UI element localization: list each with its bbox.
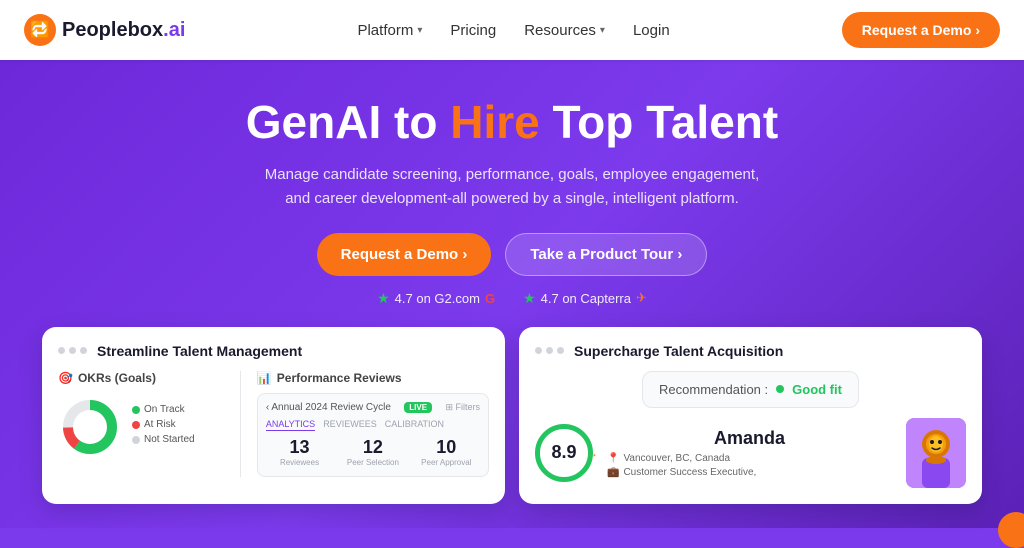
candidate-row: 8.9 → Amanda 📍 Vancouver, BC, Canada 💼 (535, 418, 966, 488)
arrow-icon: → (586, 446, 598, 460)
recommendation-box: Recommendation : Good fit (642, 371, 859, 408)
vertical-divider (240, 371, 241, 477)
dot-r3 (557, 347, 564, 354)
role-item: 💼 Customer Success Executive, (607, 467, 892, 478)
legend-dot-green (132, 406, 140, 414)
decorative-ball (998, 512, 1024, 548)
donut-svg (58, 395, 122, 459)
dot-r1 (535, 347, 542, 354)
review-cycle-label: ‹ Annual 2024 Review Cycle (266, 402, 391, 413)
dot-r2 (546, 347, 553, 354)
tab-analytics[interactable]: ANALYTICS (266, 419, 315, 431)
performance-card: ‹ Annual 2024 Review Cycle LIVE ⊞ Filter… (257, 393, 489, 477)
star-icon: ★ (523, 290, 536, 307)
chevron-down-icon: ▾ (600, 25, 605, 36)
dot-2 (69, 347, 76, 354)
performance-title: 📊 Performance Reviews (257, 371, 489, 385)
avatar-svg (906, 418, 966, 488)
logo-icon: 🔁 (24, 14, 56, 46)
hero-title: GenAI to Hire Top Talent (24, 96, 1000, 149)
recommendation-section: Recommendation : Good fit 8.9 → Amanda 📍 (535, 371, 966, 488)
legend-not-started: Not Started (132, 434, 195, 445)
donut-wrapper: On Track At Risk Not Started (58, 395, 224, 459)
candidate-meta: 📍 Vancouver, BC, Canada 💼 Customer Succe… (607, 453, 892, 478)
request-demo-hero-button[interactable]: Request a Demo › (317, 233, 492, 276)
logo-area: 🔁 Peoplebox.ai (24, 14, 185, 46)
location-item: 📍 Vancouver, BC, Canada (607, 453, 892, 464)
hero-subtitle: Manage candidate screening, performance,… (262, 163, 762, 211)
nav-resources[interactable]: Resources ▾ (524, 22, 605, 39)
live-badge: LIVE (404, 402, 432, 413)
ratings-row: ★ 4.7 on G2.com G ★ 4.7 on Capterra ✈ (24, 290, 1000, 307)
candidate-score: 8.9 → (535, 424, 593, 482)
talent-acquisition-title: Supercharge Talent Acquisition (574, 343, 783, 359)
tab-reviewees[interactable]: REVIEWEES (323, 419, 377, 431)
hero-buttons: Request a Demo › Take a Product Tour › (24, 233, 1000, 276)
window-dots-right (535, 347, 564, 354)
donut-chart (58, 395, 122, 459)
dot-1 (58, 347, 65, 354)
stat-peer-selection: 12 Peer Selection (339, 437, 406, 468)
filter-icon: ⊞ Filters (445, 402, 480, 413)
performance-tabs: ANALYTICS REVIEWEES CALIBRATION (266, 419, 480, 431)
performance-icon: 📊 (257, 371, 272, 385)
nav-pricing[interactable]: Pricing (450, 22, 496, 39)
target-icon: 🎯 (58, 371, 73, 385)
nav-platform[interactable]: Platform ▾ (357, 22, 422, 39)
legend: On Track At Risk Not Started (132, 404, 195, 449)
okr-section: 🎯 OKRs (Goals) (58, 371, 224, 477)
g2-logo-icon: G (485, 291, 495, 306)
chevron-down-icon: ▾ (417, 25, 422, 36)
stat-reviewees: 13 Reviewees (266, 437, 333, 468)
candidate-info: Amanda 📍 Vancouver, BC, Canada 💼 Custome… (607, 428, 892, 478)
card-header-right: Supercharge Talent Acquisition (535, 343, 966, 359)
role-icon: 💼 (607, 467, 619, 478)
request-demo-nav-button[interactable]: Request a Demo › (842, 12, 1000, 48)
card-header-left: Streamline Talent Management (58, 343, 489, 359)
avatar (906, 418, 966, 488)
tab-calibration[interactable]: CALIBRATION (385, 419, 444, 431)
legend-dot-red (132, 421, 140, 429)
dot-3 (80, 347, 87, 354)
legend-on-track: On Track (132, 404, 195, 415)
review-cycle-row: ‹ Annual 2024 Review Cycle LIVE ⊞ Filter… (266, 402, 480, 413)
star-icon: ★ (377, 290, 390, 307)
stat-peer-approval: 10 Peer Approval (413, 437, 480, 468)
nav-login[interactable]: Login (633, 22, 670, 39)
legend-at-risk: At Risk (132, 419, 195, 430)
performance-stats: 13 Reviewees 12 Peer Selection 10 Peer A… (266, 437, 480, 468)
performance-section: 📊 Performance Reviews ‹ Annual 2024 Revi… (257, 371, 489, 477)
hero-section: GenAI to Hire Top Talent Manage candidat… (0, 60, 1024, 528)
legend-dot-gray (132, 436, 140, 444)
card-body-left: 🎯 OKRs (Goals) (58, 371, 489, 477)
location-icon: 📍 (607, 453, 619, 464)
feature-cards: Streamline Talent Management 🎯 OKRs (Goa… (24, 327, 1000, 504)
good-fit-dot (776, 385, 784, 393)
talent-management-card: Streamline Talent Management 🎯 OKRs (Goa… (42, 327, 505, 504)
talent-management-title: Streamline Talent Management (97, 343, 302, 359)
window-dots (58, 347, 87, 354)
talent-acquisition-card: Supercharge Talent Acquisition Recommend… (519, 327, 982, 504)
capterra-logo-icon: ✈ (636, 290, 647, 306)
capterra-rating: ★ 4.7 on Capterra ✈ (523, 290, 647, 307)
navbar: 🔁 Peoplebox.ai Platform ▾ Pricing Resour… (0, 0, 1024, 60)
navbar-nav: Platform ▾ Pricing Resources ▾ Login (357, 22, 669, 39)
okr-title: 🎯 OKRs (Goals) (58, 371, 224, 385)
product-tour-button[interactable]: Take a Product Tour › (505, 233, 707, 276)
g2-rating: ★ 4.7 on G2.com G (377, 290, 495, 307)
logo-text: Peoplebox.ai (62, 19, 185, 42)
